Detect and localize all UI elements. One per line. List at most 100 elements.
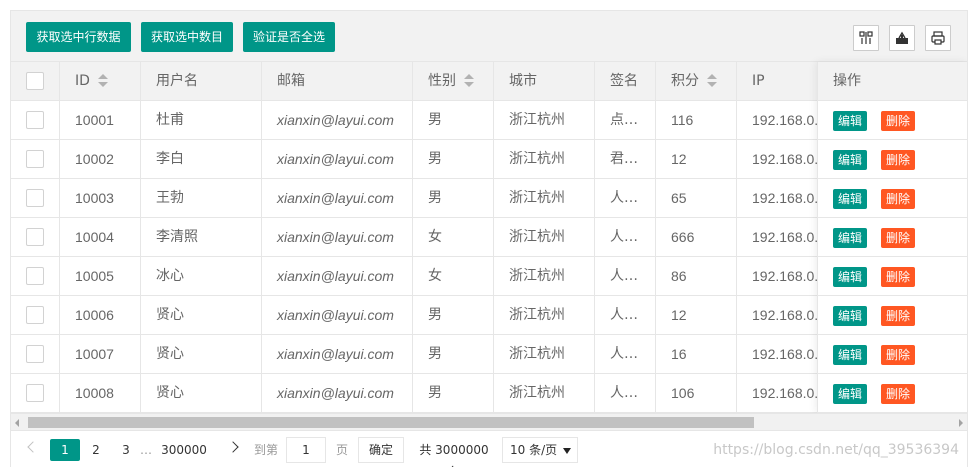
cell-email: xianxin@layui.com [262,257,413,296]
next-page-icon[interactable] [227,441,239,453]
cell-email: xianxin@layui.com [262,335,413,374]
caret-down-icon [563,448,571,454]
header-id[interactable]: ID [60,62,141,101]
cell-sex: 男 [413,101,494,140]
edit-button[interactable]: 编辑 [833,267,868,287]
cell-username: 杜甫 [141,101,262,140]
total-count: 共 3000000 条 [419,443,489,467]
cell-score: 65 [656,179,737,218]
cell-sign: 人… [595,257,656,296]
cell-sex: 女 [413,257,494,296]
cell-sign: 君… [595,140,656,179]
cell-username: 贤心 [141,335,262,374]
page-last[interactable]: 300000 [159,439,209,461]
delete-button[interactable]: 删除 [881,306,916,326]
cell-id: 10001 [60,101,141,140]
fixed-action-column: 操作 编辑 删除 编辑 删除 编辑 删除 编辑 删除 编辑 删除 编辑 删除 编辑 删除 编辑 删除 [817,62,967,413]
cell-email: xianxin@layui.com [262,374,413,413]
cell-sex: 男 [413,179,494,218]
cell-email: xianxin@layui.com [262,101,413,140]
select-all-checkbox[interactable] [26,72,44,90]
delete-button[interactable]: 删除 [881,150,916,170]
edit-button[interactable]: 编辑 [833,306,868,326]
cell-sign: 人… [595,179,656,218]
export-button[interactable] [889,25,915,51]
columns-icon [859,31,873,44]
row-checkbox[interactable] [26,228,44,246]
cell-username: 冰心 [141,257,262,296]
delete-button[interactable]: 删除 [881,111,916,131]
cell-city: 浙江杭州 [494,335,595,374]
goto-page-input[interactable]: 1 [286,437,326,463]
cell-city: 浙江杭州 [494,140,595,179]
header-username: 用户名 [141,62,262,101]
cell-score: 116 [656,101,737,140]
cell-city: 浙江杭州 [494,218,595,257]
delete-button[interactable]: 删除 [881,228,916,248]
row-checkbox[interactable] [26,306,44,324]
cell-sign: 人… [595,218,656,257]
cell-city: 浙江杭州 [494,296,595,335]
prev-page-icon[interactable] [27,441,39,453]
action-cell: 编辑 删除 [818,296,967,335]
cell-score: 666 [656,218,737,257]
sort-icon[interactable] [707,74,717,88]
cell-id: 10008 [60,374,141,413]
delete-button[interactable]: 删除 [881,267,916,287]
delete-button[interactable]: 删除 [881,189,916,209]
action-cell: 编辑 删除 [818,335,967,374]
get-selected-count-button[interactable]: 获取选中数目 [141,22,233,52]
row-select-cell [11,335,60,374]
scroll-left-arrow-icon[interactable] [15,419,19,427]
watermark: https://blog.csdn.net/qq_39536394 [713,442,959,458]
cell-sex: 男 [413,296,494,335]
cell-city: 浙江杭州 [494,179,595,218]
edit-button[interactable]: 编辑 [833,345,868,365]
cell-sex: 男 [413,335,494,374]
edit-button[interactable]: 编辑 [833,150,868,170]
sort-icon[interactable] [464,74,474,88]
row-checkbox[interactable] [26,189,44,207]
cell-city: 浙江杭州 [494,374,595,413]
edit-button[interactable]: 编辑 [833,384,868,404]
print-button[interactable] [925,25,951,51]
delete-button[interactable]: 删除 [881,345,916,365]
row-checkbox[interactable] [26,267,44,285]
columns-filter-button[interactable] [853,25,879,51]
page-size-select[interactable]: 10 条/页 [502,437,578,463]
header-sex[interactable]: 性别 [413,62,494,101]
cell-id: 10004 [60,218,141,257]
sort-icon[interactable] [97,74,108,88]
header-score[interactable]: 积分 [656,62,737,101]
delete-button[interactable]: 删除 [881,384,916,404]
row-checkbox[interactable] [26,384,44,402]
scroll-right-arrow-icon[interactable] [959,419,963,427]
export-icon [896,31,908,44]
edit-button[interactable]: 编辑 [833,111,868,131]
horizontal-scrollbar[interactable] [11,413,967,430]
edit-button[interactable]: 编辑 [833,189,868,209]
row-checkbox[interactable] [26,150,44,168]
cell-sign: 人… [595,296,656,335]
row-checkbox[interactable] [26,111,44,129]
cell-score: 16 [656,335,737,374]
row-select-cell [11,257,60,296]
get-selected-rows-button[interactable]: 获取选中行数据 [26,22,131,52]
cell-sex: 女 [413,218,494,257]
page-3[interactable]: 3 [116,439,136,461]
header-email: 邮箱 [262,62,413,101]
row-checkbox[interactable] [26,345,44,363]
cell-sign: 人… [595,335,656,374]
goto-confirm-button[interactable]: 确定 [358,437,404,463]
cell-city: 浙江杭州 [494,101,595,140]
page-1[interactable]: 1 [50,439,80,461]
action-cell: 编辑 删除 [818,374,967,413]
data-table: 获取选中行数据 获取选中数目 验证是否全选 ID 用户名 邮箱 性别 城市 签名… [10,10,968,467]
edit-button[interactable]: 编辑 [833,228,868,248]
cell-username: 李清照 [141,218,262,257]
cell-score: 86 [656,257,737,296]
page-2[interactable]: 2 [86,439,106,461]
verify-all-selected-button[interactable]: 验证是否全选 [243,22,335,52]
row-select-cell [11,374,60,413]
scrollbar-thumb[interactable] [28,417,754,428]
